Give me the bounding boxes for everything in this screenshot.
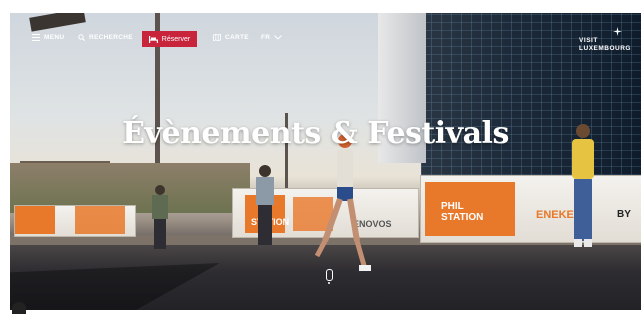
top-navigation: MENU RECHERCHE Réserver CARTE FR VISIT L…	[10, 13, 641, 65]
luxembourg-star-icon	[613, 27, 622, 36]
search-icon	[78, 34, 85, 41]
logo-line1: VISIT	[579, 37, 598, 44]
scroll-dot	[328, 282, 330, 284]
chevron-down-icon	[274, 35, 283, 40]
language-label: FR	[261, 34, 271, 41]
bed-icon	[148, 35, 158, 43]
visit-luxembourg-logo[interactable]: VISIT LUXEMBOURG	[579, 27, 631, 53]
barrier-left	[14, 205, 136, 237]
logo-line2: LUXEMBOURG	[579, 45, 631, 52]
search-label: RECHERCHE	[89, 34, 133, 41]
spectator	[152, 185, 168, 249]
map-label: CARTE	[225, 34, 249, 41]
search-button[interactable]: RECHERCHE	[78, 34, 133, 41]
language-selector[interactable]: FR	[261, 34, 283, 41]
map-icon	[213, 34, 221, 41]
reserve-label: Réserver	[161, 35, 191, 43]
phil-text: PHIL	[441, 201, 464, 212]
menu-label: MENU	[44, 34, 65, 41]
reserve-button[interactable]: Réserver	[142, 31, 197, 47]
scroll-mouse-icon[interactable]	[326, 269, 333, 281]
runner	[315, 134, 371, 271]
spectator	[256, 165, 274, 245]
station-text: STATION	[441, 212, 484, 223]
by-text: BY	[617, 209, 631, 220]
menu-icon	[32, 34, 40, 41]
hero-title: Évènements & Festivals	[122, 116, 509, 151]
map-button[interactable]: CARTE	[213, 34, 249, 41]
menu-button[interactable]: MENU	[32, 34, 64, 41]
accessibility-icon[interactable]	[12, 302, 26, 314]
